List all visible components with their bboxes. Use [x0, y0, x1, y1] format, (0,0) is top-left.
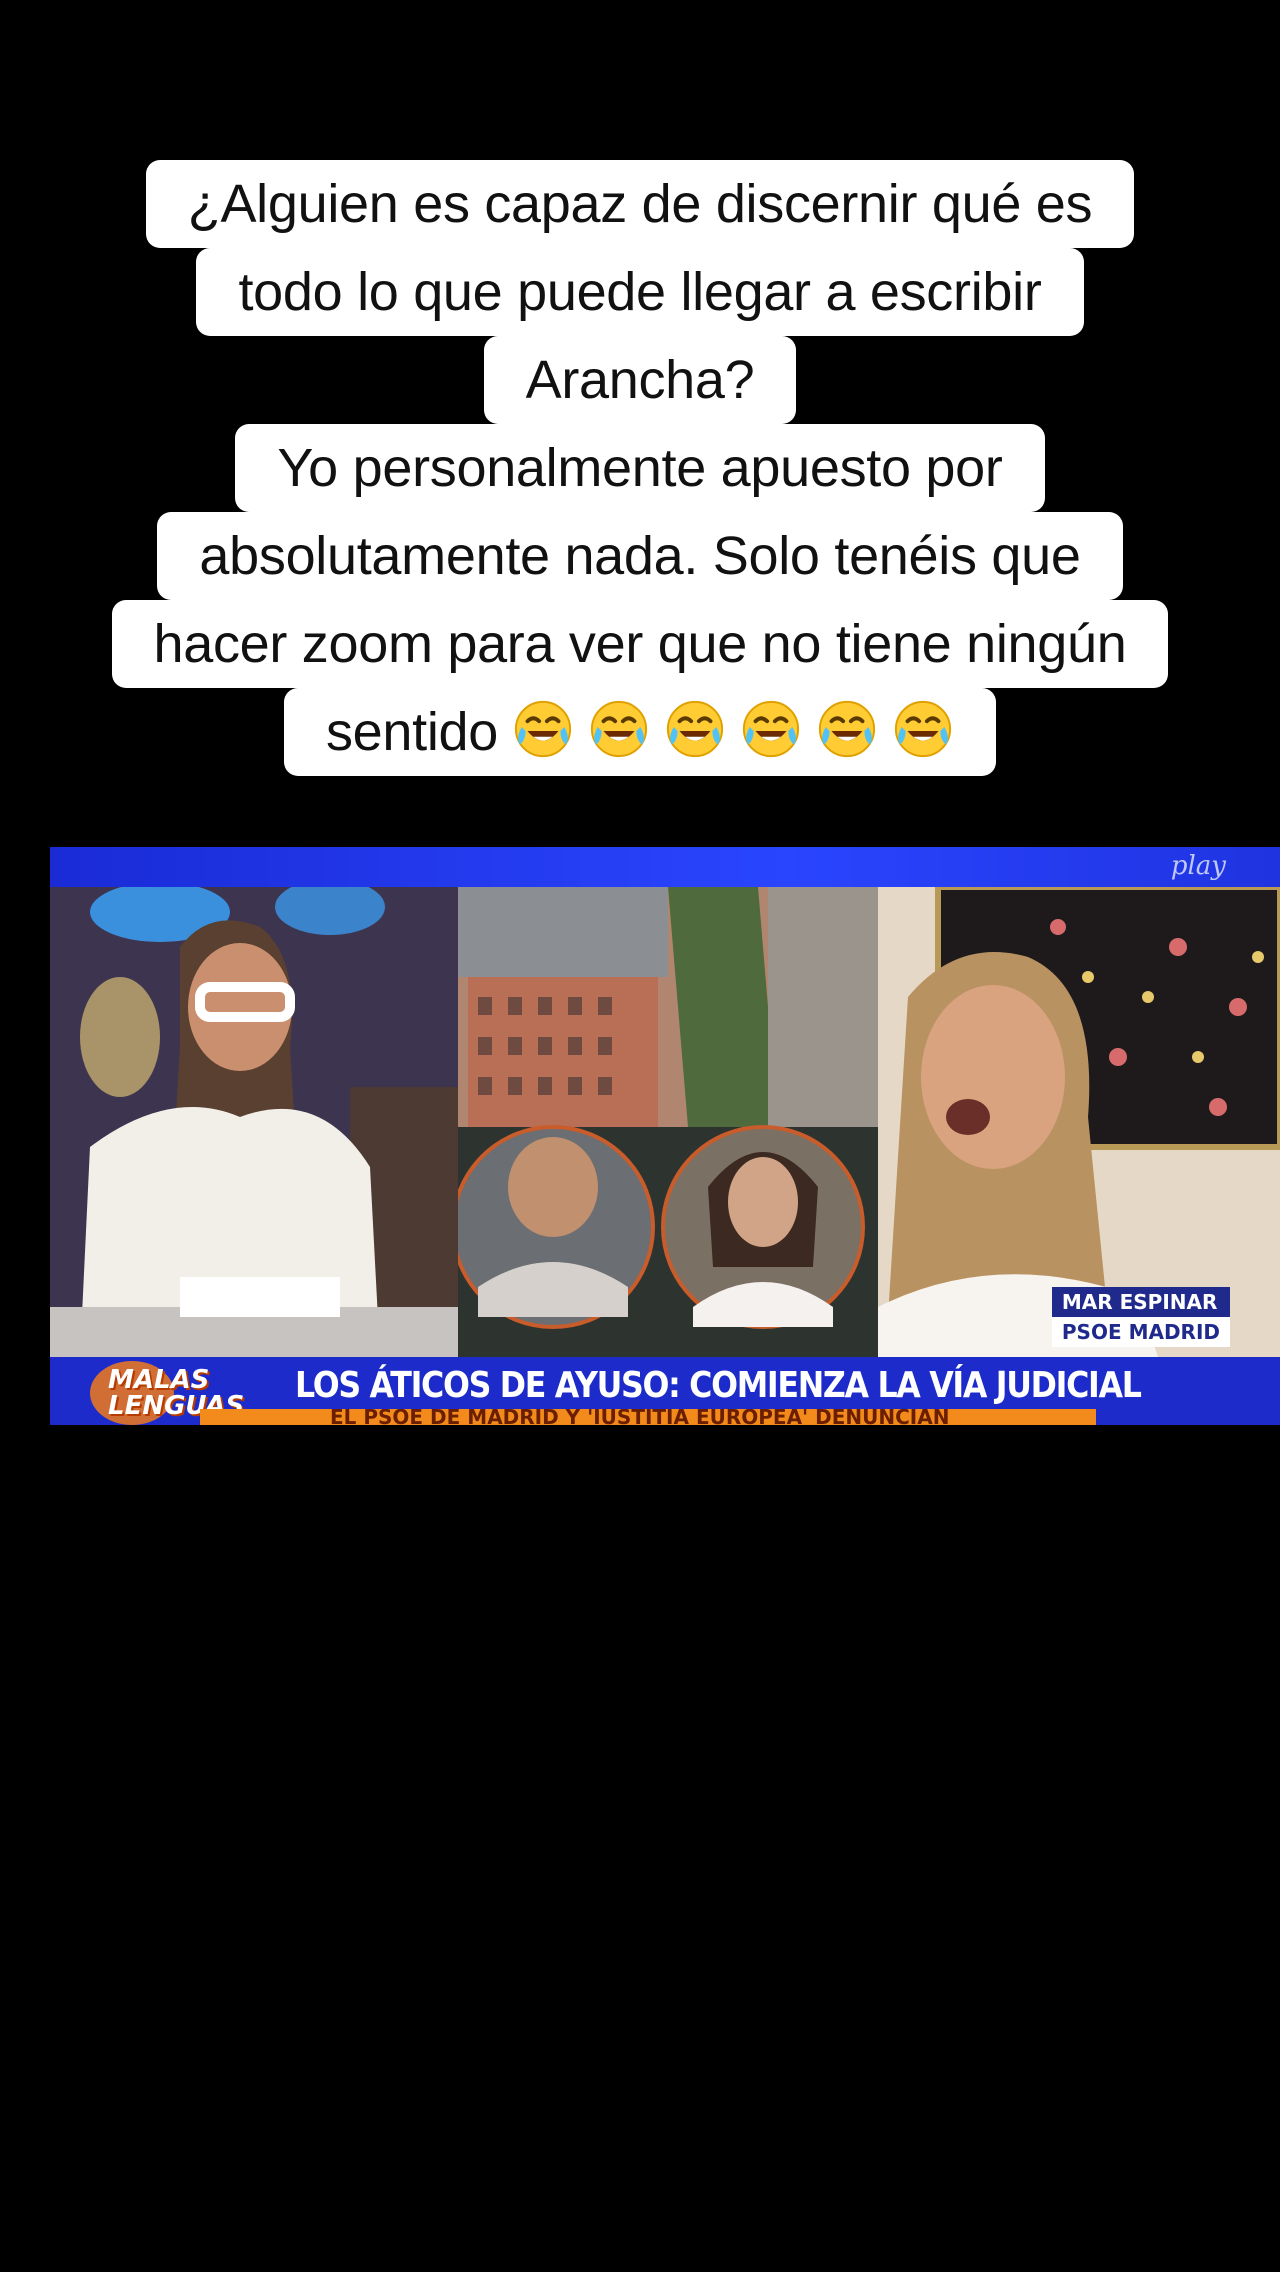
show-logo-line-1: MALAS — [108, 1365, 210, 1395]
aerial-photo-image — [458, 887, 878, 1357]
guest-name: MAR ESPINAR — [1051, 1287, 1230, 1317]
guest-panel: MAR ESPINAR PSOE MADRID — [878, 887, 1280, 1357]
studio-host-image — [50, 887, 458, 1357]
caption: ¿Alguien es capaz de discernir qué es to… — [0, 160, 1280, 776]
caption-line: todo lo que puede llegar a escribir — [196, 248, 1084, 336]
caption-line-last: sentido — [283, 688, 997, 776]
laughing-emoji-icon — [664, 698, 726, 760]
caption-line: Yo personalmente apuesto por — [235, 424, 1045, 512]
lower-third-banner: MALAS LENGUAS LOS ÁTICOS DE AYUSO: COMIE… — [50, 1357, 1280, 1425]
laughing-emoji-icon — [740, 698, 802, 760]
news-headline: LOS ÁTICOS DE AYUSO: COMIENZA LA VÍA JUD… — [295, 1365, 1142, 1406]
caption-line: hacer zoom para ver que no tiene ningún — [111, 600, 1169, 688]
caption-line: Arancha? — [483, 336, 797, 424]
laughing-emoji-icon — [892, 698, 954, 760]
broadcast-top-bar: play — [50, 847, 1280, 887]
guest-name-tag: MAR ESPINAR PSOE MADRID — [1051, 1287, 1230, 1347]
studio-panel — [50, 887, 458, 1357]
laughing-emoji-icon — [588, 698, 650, 760]
news-subline-bar: EL PSOE DE MADRID Y 'IUSTITIA EUROPEA' D… — [200, 1409, 1096, 1425]
emoji-row — [498, 700, 954, 762]
news-subline: EL PSOE DE MADRID Y 'IUSTITIA EUROPEA' D… — [330, 1409, 950, 1425]
video-frame[interactable]: play MAR ESPINAR PSOE MADRID MALAS LENGU… — [50, 847, 1280, 1425]
channel-brand: play — [1170, 851, 1226, 881]
caption-text: sentido — [325, 702, 499, 762]
caption-line: absolutamente nada. Solo tenéis que — [157, 512, 1123, 600]
guest-party: PSOE MADRID — [1051, 1317, 1230, 1347]
aerial-photo-panel — [458, 887, 878, 1357]
caption-line: ¿Alguien es capaz de discernir qué es — [145, 160, 1135, 248]
laughing-emoji-icon — [816, 698, 878, 760]
laughing-emoji-icon — [512, 698, 574, 760]
